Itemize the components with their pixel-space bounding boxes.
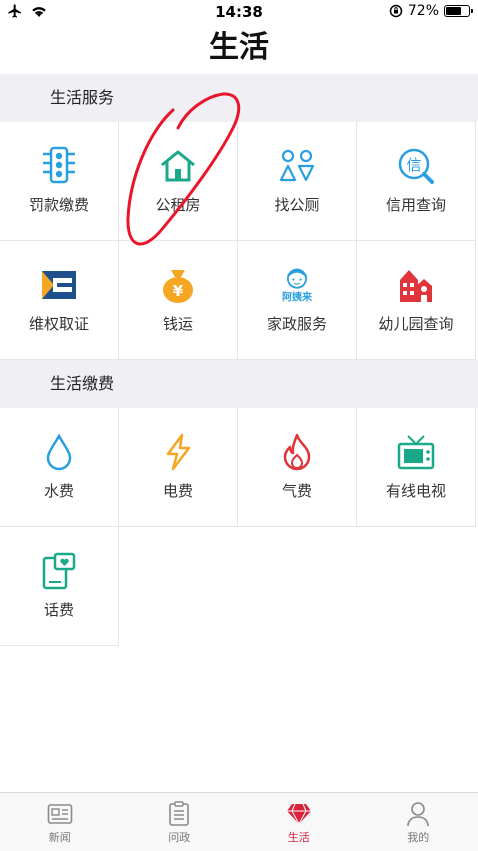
service-credit-query[interactable]: 信 信用查询 [357,122,476,241]
diamond-icon [286,801,312,827]
life-services-grid: 罚款缴费 公租房 找公厕 信 [0,122,478,360]
credit-icon-glyph: 信 [406,156,421,174]
life-payments-grid: 水费 电费 气费 有线电视 [0,408,478,646]
payment-label: 气费 [282,480,312,501]
clipboard-icon [166,801,192,827]
service-label: 找公厕 [274,194,319,215]
payment-water[interactable]: 水费 [0,408,119,527]
payment-phone-bill[interactable]: 话费 [0,527,119,646]
credit-search-icon: 信 [396,146,436,186]
tab-mine[interactable]: 我的 [359,793,478,851]
section-header-life-services: 生活服务 [0,74,478,122]
payment-label: 话费 [44,599,74,620]
kindergarten-icon [396,265,436,305]
service-find-restroom[interactable]: 找公厕 [238,122,357,241]
housekeeping-icon-text: 阿姨来 [282,290,313,303]
housekeeping-icon: 阿姨来 [277,265,317,305]
person-icon [405,801,431,827]
payment-gas[interactable]: 气费 [238,408,357,527]
battery-icon [444,5,470,17]
tab-label: 新闻 [49,829,71,845]
service-label: 公租房 [155,194,200,215]
payment-label: 水费 [44,480,74,501]
service-public-rental-housing[interactable]: 公租房 [119,122,238,241]
service-label: 家政服务 [267,313,327,334]
service-label: 维权取证 [29,313,89,334]
payment-label: 电费 [163,480,193,501]
status-right: 72% [389,3,470,19]
payment-label: 有线电视 [386,480,446,501]
battery-percent: 72% [408,3,439,19]
tab-label: 我的 [407,829,429,845]
tab-label: 问政 [168,829,190,845]
tab-inquiry[interactable]: 问政 [120,793,240,851]
service-label: 罚款缴费 [29,194,89,215]
money-icon-glyph: ¥ [173,282,184,300]
service-housekeeping[interactable]: 阿姨来 家政服务 [238,241,357,360]
news-icon [47,801,73,827]
service-kindergarten-query[interactable]: 幼儿园查询 [357,241,476,360]
traffic-light-icon [39,146,79,186]
status-bar: 14:38 72% [0,0,478,26]
money-bag-icon: ¥ [158,265,198,305]
service-label: 信用查询 [386,194,446,215]
payment-cable-tv[interactable]: 有线电视 [357,408,476,527]
evidence-icon [39,265,79,305]
house-icon [158,146,198,186]
tab-news[interactable]: 新闻 [0,793,120,851]
flame-icon [277,432,317,472]
payment-electricity[interactable]: 电费 [119,408,238,527]
service-fortune[interactable]: ¥ 钱运 [119,241,238,360]
page-title: 生活 [0,28,478,68]
lightning-icon [158,432,198,472]
service-label: 钱运 [163,313,193,334]
tab-label: 生活 [288,829,310,845]
water-drop-icon [39,432,79,472]
restroom-icon [277,146,317,186]
phone-bill-icon [39,551,79,591]
tab-life[interactable]: 生活 [239,793,359,851]
section-header-life-payments: 生活缴费 [0,360,478,408]
tv-icon [396,432,436,472]
service-rights-evidence[interactable]: 维权取证 [0,241,119,360]
orientation-lock-icon [389,4,403,18]
service-label: 幼儿园查询 [378,313,453,334]
service-fine-payment[interactable]: 罚款缴费 [0,122,119,241]
tab-bar: 新闻 问政 生活 我的 [0,792,478,851]
